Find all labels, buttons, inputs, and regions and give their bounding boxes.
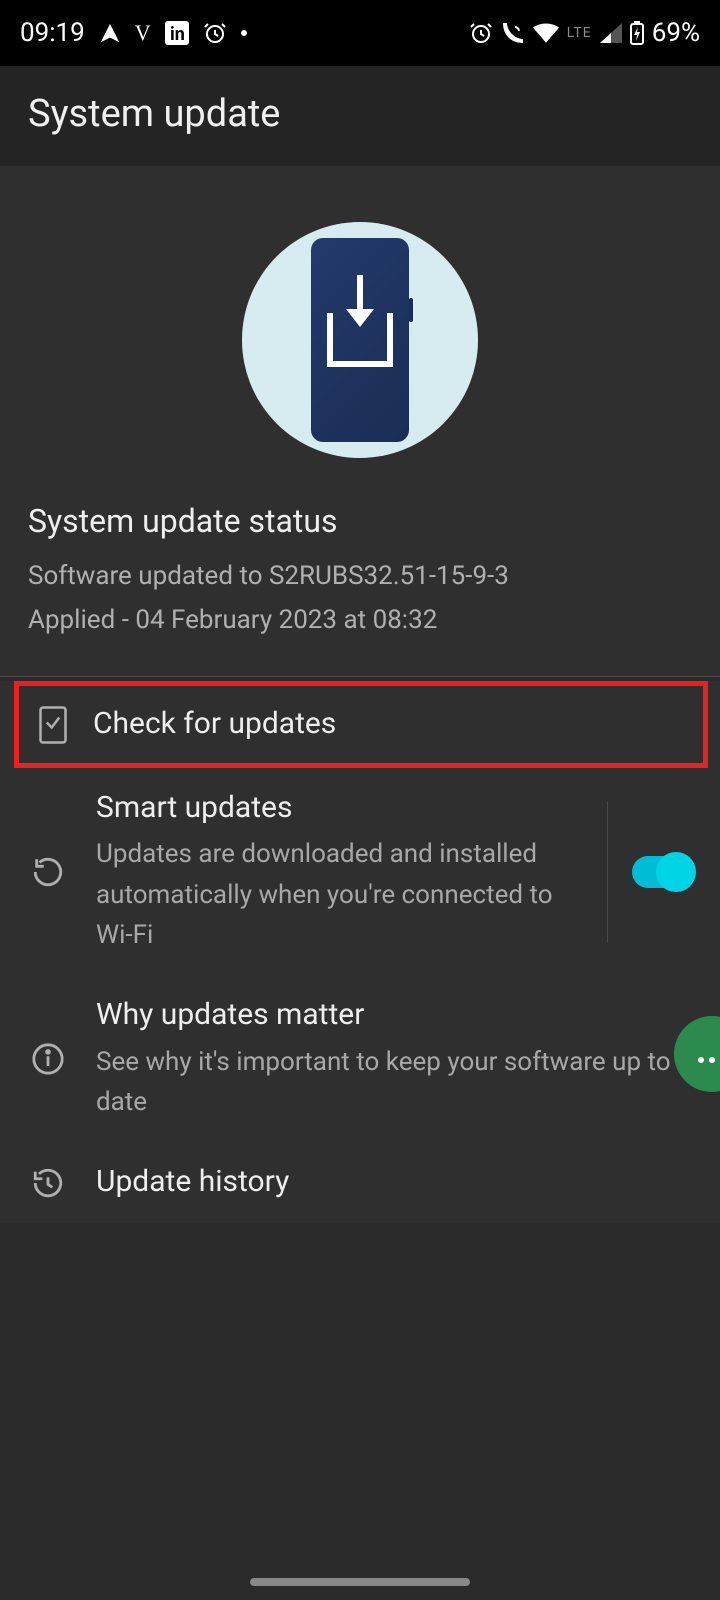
update-history-label: Update history	[96, 1162, 692, 1203]
settings-menu: Check for updates Smart updates Updates …	[0, 681, 720, 1222]
smart-updates-toggle-container	[607, 802, 692, 942]
status-bar: 09:19 V in LTE 69%	[0, 0, 720, 66]
more-horizontal-icon	[697, 1038, 720, 1071]
alarm-icon	[203, 21, 227, 45]
send-icon	[99, 22, 121, 44]
status-title: System update status	[28, 502, 692, 540]
svg-text:in: in	[170, 24, 185, 45]
phone-wifi-icon	[501, 21, 525, 45]
history-icon	[28, 1166, 68, 1200]
battery-text: 69%	[652, 18, 700, 48]
annotation-highlight: Check for updates	[14, 681, 708, 768]
update-history-item[interactable]: Update history	[0, 1142, 720, 1223]
clock-text: 09:19	[20, 18, 85, 48]
app-header: System update	[0, 66, 720, 166]
smart-updates-toggle[interactable]	[632, 856, 692, 888]
home-indicator[interactable]	[250, 1578, 470, 1586]
refresh-icon	[28, 855, 68, 889]
update-status-section: System update status Software updated to…	[0, 166, 720, 676]
check-for-updates-label: Check for updates	[93, 704, 689, 745]
status-bar-right: LTE 69%	[469, 18, 700, 48]
check-for-updates-item[interactable]: Check for updates	[19, 686, 703, 763]
phone-check-icon	[33, 705, 73, 745]
lte-label: LTE	[567, 25, 592, 41]
info-icon	[28, 1042, 68, 1076]
battery-charging-icon	[630, 21, 644, 45]
status-bar-left: 09:19 V in	[20, 18, 247, 48]
download-into-tray-icon	[327, 313, 393, 367]
smart-updates-item[interactable]: Smart updates Updates are downloaded and…	[0, 768, 720, 975]
why-updates-desc: See why it's important to keep your soft…	[96, 1042, 692, 1123]
software-version-text: Software updated to S2RUBS32.51-15-9-3	[28, 554, 692, 598]
smart-updates-desc: Updates are downloaded and installed aut…	[96, 834, 579, 955]
linkedin-icon: in	[165, 21, 189, 45]
why-updates-label: Why updates matter	[96, 995, 692, 1036]
signal-icon	[600, 23, 622, 43]
why-updates-matter-item[interactable]: Why updates matter See why it's importan…	[0, 975, 720, 1142]
status-text-block: System update status Software updated to…	[28, 502, 692, 642]
smart-updates-label: Smart updates	[96, 788, 579, 829]
phone-download-illustration	[242, 222, 478, 458]
page-title: System update	[28, 92, 692, 136]
alarm-status-icon	[469, 21, 493, 45]
applied-date-text: Applied - 04 February 2023 at 08:32	[28, 598, 692, 642]
phone-icon	[311, 238, 409, 442]
wifi-icon	[533, 23, 559, 43]
notification-dot-icon	[241, 30, 247, 36]
v-badge-icon: V	[135, 20, 151, 46]
divider	[0, 676, 720, 677]
